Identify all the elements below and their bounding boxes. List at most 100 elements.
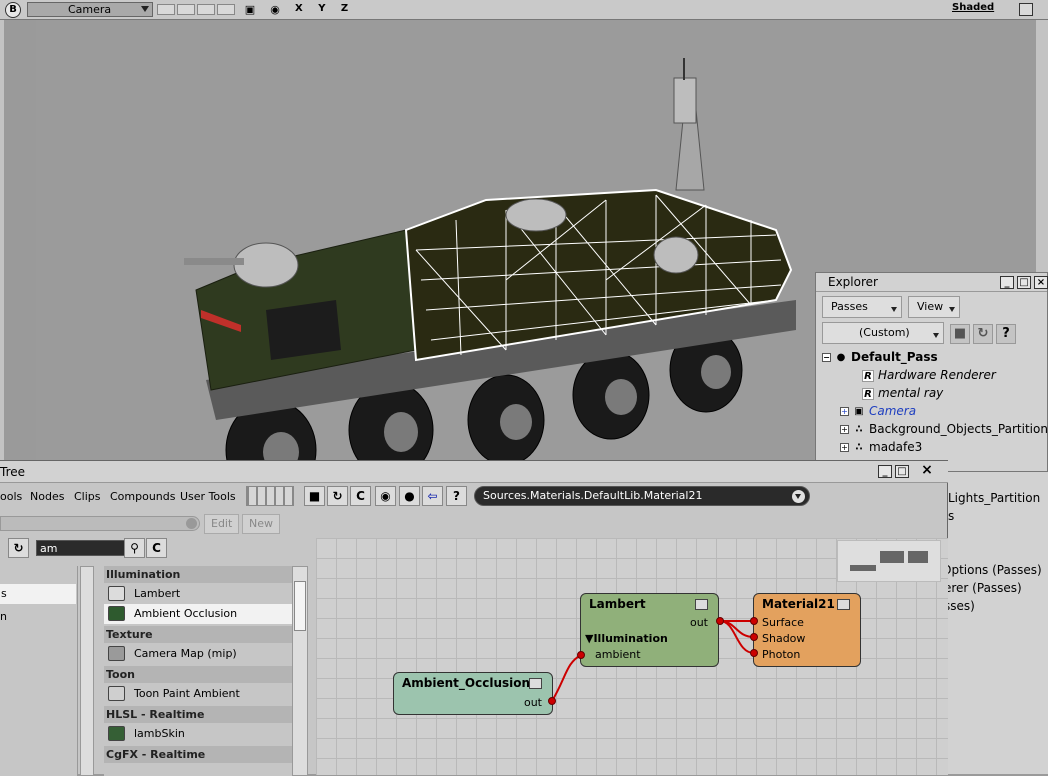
tree-item-renderer-passes[interactable]: erer (Passes) — [944, 581, 1022, 595]
tree-item-options-passes[interactable]: Options (Passes) — [942, 563, 1042, 577]
preset-group-toon[interactable]: Toon — [104, 666, 292, 683]
pass-icon: ● — [836, 351, 846, 363]
scope-dropdown-label: (Custom) — [859, 326, 910, 339]
category-item[interactable]: n — [0, 610, 7, 623]
preset-item-label: Camera Map (mip) — [134, 647, 237, 660]
material-path-dropdown[interactable]: Sources.Materials.DefaultLib.Material21 — [474, 486, 810, 506]
chevron-down-icon — [949, 307, 955, 312]
refresh-icon[interactable]: ↻ — [973, 324, 993, 344]
axis-toggles[interactable]: X Y Z — [295, 3, 354, 14]
view-slot-4[interactable] — [217, 4, 235, 15]
shader-thumbnail-icon — [108, 606, 125, 621]
preset-item-toon-paint-ambient[interactable]: Toon Paint Ambient — [104, 684, 292, 704]
renderer-icon: R — [862, 369, 874, 382]
view-slot-2[interactable] — [177, 4, 195, 15]
maximize-icon[interactable]: □ — [895, 465, 909, 478]
tree-item-mental-ray[interactable]: Rmental ray — [858, 384, 943, 402]
preset-row: Edit New — [0, 512, 310, 536]
new-button[interactable]: New — [242, 514, 280, 534]
category-item-selected[interactable]: s — [0, 584, 76, 604]
scope-dropdown[interactable]: (Custom) — [822, 322, 944, 344]
preset-group-hlsl[interactable]: HLSL - Realtime — [104, 706, 292, 723]
render-tree-window: Tree _ □ × ools Nodes Clips Compounds Us… — [0, 460, 948, 776]
search-icon[interactable]: ⚲ — [124, 538, 145, 558]
category-scrollbar[interactable] — [80, 566, 94, 776]
preset-item-lambskin[interactable]: lambSkin — [104, 724, 292, 744]
tree-item-partial[interactable]: s — [948, 509, 954, 523]
clear-icon[interactable]: C — [350, 486, 371, 506]
lock-icon[interactable]: ■ — [304, 486, 325, 506]
tree-item-passes[interactable]: sses) — [944, 599, 975, 613]
menu-compounds[interactable]: Compounds — [110, 490, 176, 503]
shader-thumbnail-icon — [108, 586, 125, 601]
passes-button[interactable]: Passes — [822, 296, 902, 318]
expand-icon[interactable]: + — [840, 443, 849, 452]
lock-icon[interactable]: ■ — [950, 324, 970, 344]
help-icon[interactable]: ? — [996, 324, 1016, 344]
refresh-icon[interactable]: ↻ — [327, 486, 348, 506]
minimize-icon[interactable]: _ — [878, 465, 892, 478]
toolbar-grip[interactable] — [246, 486, 294, 506]
view-button[interactable]: View — [908, 296, 960, 318]
preset-item-lambert[interactable]: Lambert — [104, 584, 292, 604]
help-icon[interactable]: ? — [446, 486, 467, 506]
menu-clips[interactable]: Clips — [74, 490, 101, 503]
node-graph-canvas[interactable]: Lambert out ▼Illumination ambient Materi… — [316, 538, 948, 775]
preset-item-ambient-occlusion[interactable]: Ambient Occlusion — [104, 604, 292, 624]
material-sphere-icon[interactable]: ● — [399, 486, 420, 506]
port-dots — [548, 617, 758, 705]
tree-item-label: Background_Objects_Partition — [869, 422, 1048, 436]
tree-item-hardware-renderer[interactable]: R Hardware Renderer — [858, 366, 996, 384]
close-icon[interactable]: × — [1034, 276, 1048, 289]
maximize-icon[interactable]: □ — [1017, 276, 1031, 289]
node-preset-list: Illumination Lambert Ambient Occlusion T… — [104, 566, 292, 776]
shader-thumbnail-icon — [108, 726, 125, 741]
expand-icon[interactable]: + — [840, 425, 849, 434]
tree-item-madafe3[interactable]: + ∴ madafe3 — [840, 438, 922, 456]
preset-group-texture[interactable]: Texture — [104, 626, 292, 643]
viewport-toolbar: B Camera ▣ ◉ X Y Z Shaded — [0, 0, 1048, 20]
menu-tools[interactable]: ools — [0, 490, 22, 503]
shading-mode-menu[interactable]: Shaded — [952, 2, 994, 13]
preset-group-cgfx[interactable]: CgFX - Realtime — [104, 746, 292, 763]
view-slot-3[interactable] — [197, 4, 215, 15]
tree-item-camera[interactable]: + ▣ Camera — [840, 402, 916, 420]
camera-icon: ▣ — [854, 405, 864, 417]
render-tree-titlebar: Tree — [0, 461, 948, 483]
menu-user-tools[interactable]: User Tools — [180, 490, 236, 503]
tree-item-lights-partition[interactable]: Lights_Partition — [948, 491, 1040, 505]
tree-item-label: Camera — [869, 404, 917, 418]
preset-list-scrollbar[interactable] — [292, 566, 308, 776]
edit-button[interactable]: Edit — [204, 514, 240, 534]
preset-group-illumination[interactable]: Illumination — [104, 566, 292, 583]
tree-item-label: Default_Pass — [851, 350, 938, 364]
close-icon[interactable]: × — [920, 463, 934, 478]
viewport-letter-badge[interactable]: B — [5, 2, 21, 18]
render-tree-title: Tree — [0, 465, 26, 479]
render-region-icon[interactable]: ◉ — [375, 486, 396, 506]
expand-icon[interactable]: + — [840, 407, 849, 416]
scrollbar-thumb[interactable] — [294, 581, 306, 631]
renderer-icon: R — [862, 387, 874, 400]
chevron-down-icon — [933, 333, 939, 338]
chevron-down-icon — [891, 307, 897, 312]
collapse-icon[interactable]: − — [822, 353, 831, 362]
eye-icon[interactable]: ◉ — [267, 3, 283, 17]
tree-item-label: Hardware Renderer — [878, 368, 996, 382]
back-arrow-icon[interactable]: ⇦ — [422, 486, 443, 506]
shader-thumbnail-icon — [108, 686, 125, 701]
maximize-viewport-icon[interactable] — [1019, 3, 1033, 16]
preset-combo[interactable] — [0, 516, 200, 531]
tree-item-background-objects[interactable]: + ∴ Background_Objects_Partition — [840, 420, 1048, 438]
refresh-icon[interactable]: ↻ — [8, 538, 29, 558]
tree-item-default-pass[interactable]: − ● Default_Pass — [822, 348, 938, 366]
search-input[interactable] — [36, 540, 126, 556]
clear-search-icon[interactable]: C — [146, 538, 167, 558]
view-slot-1[interactable] — [157, 4, 175, 15]
preset-item-label: Ambient Occlusion — [134, 607, 238, 620]
minimize-icon[interactable]: _ — [1000, 276, 1014, 289]
camera-icon[interactable]: ▣ — [242, 3, 258, 17]
preset-item-camera-map[interactable]: Camera Map (mip) — [104, 644, 292, 664]
camera-dropdown[interactable]: Camera — [27, 2, 153, 17]
menu-nodes[interactable]: Nodes — [30, 490, 64, 503]
